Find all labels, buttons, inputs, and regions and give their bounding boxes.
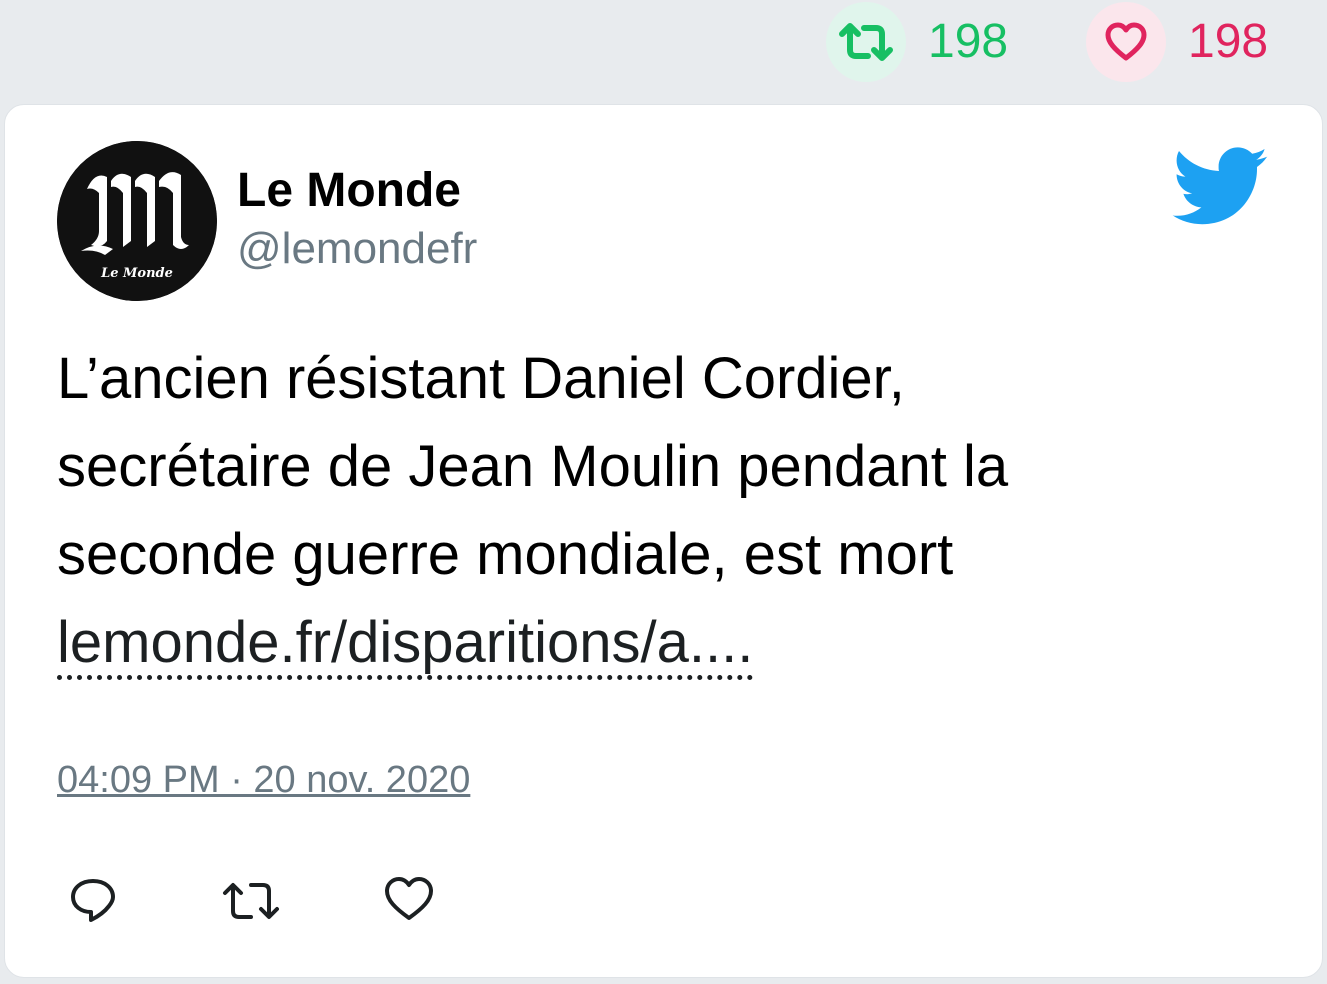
retweet-icon	[839, 23, 893, 61]
tweet-text-line: L’ancien résistant Daniel Cordier,	[57, 346, 905, 411]
twitter-bird-icon[interactable]	[1172, 147, 1270, 227]
like-stat-circle	[1086, 2, 1166, 82]
tweet-timestamp[interactable]: 04:09 PM · 20 nov. 2020	[57, 759, 470, 802]
retweet-stat[interactable]: 198	[826, 0, 1008, 84]
author-info[interactable]: Le Monde @lemondefr	[237, 167, 477, 271]
like-button[interactable]	[383, 875, 443, 935]
like-count: 198	[1188, 15, 1269, 68]
heart-icon	[1105, 22, 1147, 61]
stats-bar: 198 198	[0, 0, 1327, 100]
tweet-text-line: seconde guerre mondiale, est mort	[57, 522, 954, 587]
svg-text:Le Monde: Le Monde	[100, 266, 173, 281]
like-stat[interactable]: 198	[1086, 0, 1268, 84]
tweet-text-line: secrétaire de Jean Moulin pendant la	[57, 434, 1009, 499]
author-name: Le Monde	[237, 164, 461, 217]
retweet-stat-circle	[826, 2, 906, 82]
heart-icon	[385, 877, 433, 920]
retweet-button[interactable]	[219, 875, 279, 935]
retweet-icon	[223, 883, 279, 919]
tweet-link[interactable]: lemonde.fr/disparitions/a....	[57, 610, 754, 680]
tweet-text: L’ancien résistant Daniel Cordier, secrét…	[57, 335, 1237, 687]
reply-icon	[71, 879, 115, 922]
author-handle: @lemondefr	[237, 224, 478, 273]
tweet-card: Le Monde Le Monde @lemondefr L’ancien ré…	[4, 104, 1323, 978]
avatar[interactable]: Le Monde	[57, 141, 217, 301]
retweet-count: 198	[928, 15, 1009, 68]
reply-button[interactable]	[67, 875, 127, 935]
le-monde-logo-icon: Le Monde	[57, 141, 217, 301]
